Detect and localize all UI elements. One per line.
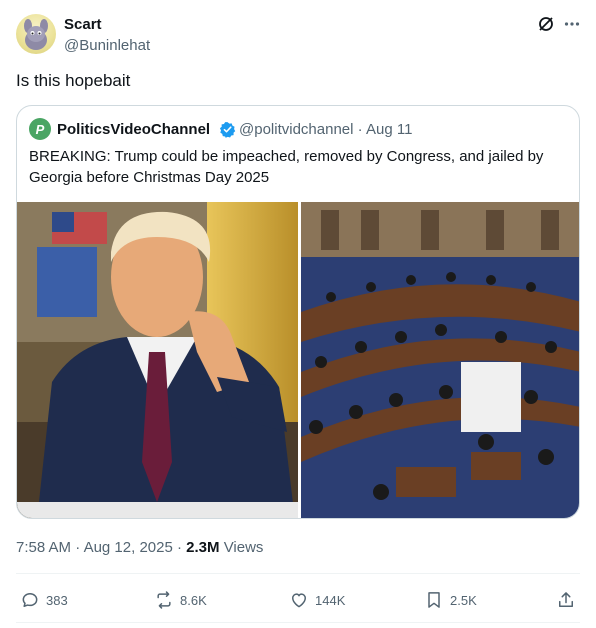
share-button[interactable] [556,590,582,610]
repost-button[interactable]: 8.6K [154,590,207,610]
reply-button[interactable]: 383 [20,590,68,610]
avatar[interactable] [16,14,56,54]
views-label: Views [223,539,264,556]
author-handle[interactable]: @Buninlehat [64,37,150,54]
verified-badge-icon [219,121,236,138]
post-timestamp: 7:58 AM · Aug 12, 2025 · 2.3M Views [16,539,264,556]
quote-meta: @politvidchannel · Aug 11 [239,121,413,138]
heart-icon [292,593,306,608]
reply-icon [22,593,38,607]
quote-avatar: P [29,118,51,140]
like-count: 144K [315,592,346,608]
like-button[interactable]: 144K [289,590,345,610]
quote-author-name: PoliticsVideoChannel [57,121,211,138]
quote-image-senate-chamber[interactable] [301,202,579,518]
grok-icon[interactable] [536,14,556,34]
share-icon [559,592,573,607]
quote-date: Aug 11 [365,121,413,138]
repost-icon [157,591,171,609]
views-count: 2.3M [186,539,220,556]
repost-count: 8.6K [180,592,207,608]
bookmark-button[interactable]: 2.5K [424,590,477,610]
quote-image-portrait[interactable] [17,202,298,518]
quote-text: BREAKING: Trump could be impeached, remo… [29,148,544,186]
post-time[interactable]: 7:58 AM [16,539,71,556]
post-date[interactable]: Aug 12, 2025 [84,539,173,556]
bookmark-count: 2.5K [450,592,477,608]
bookmark-icon [428,592,440,608]
more-options-icon[interactable] [562,14,582,34]
quote-author-handle: @politvidchannel [239,121,354,138]
quoted-post[interactable]: P PoliticsVideoChannel @politvidchannel … [16,105,580,519]
reply-count: 383 [46,592,68,608]
divider [16,573,580,574]
author-name[interactable]: Scart [64,16,102,33]
post-text: Is this hopebait [16,71,131,90]
divider [16,622,580,623]
